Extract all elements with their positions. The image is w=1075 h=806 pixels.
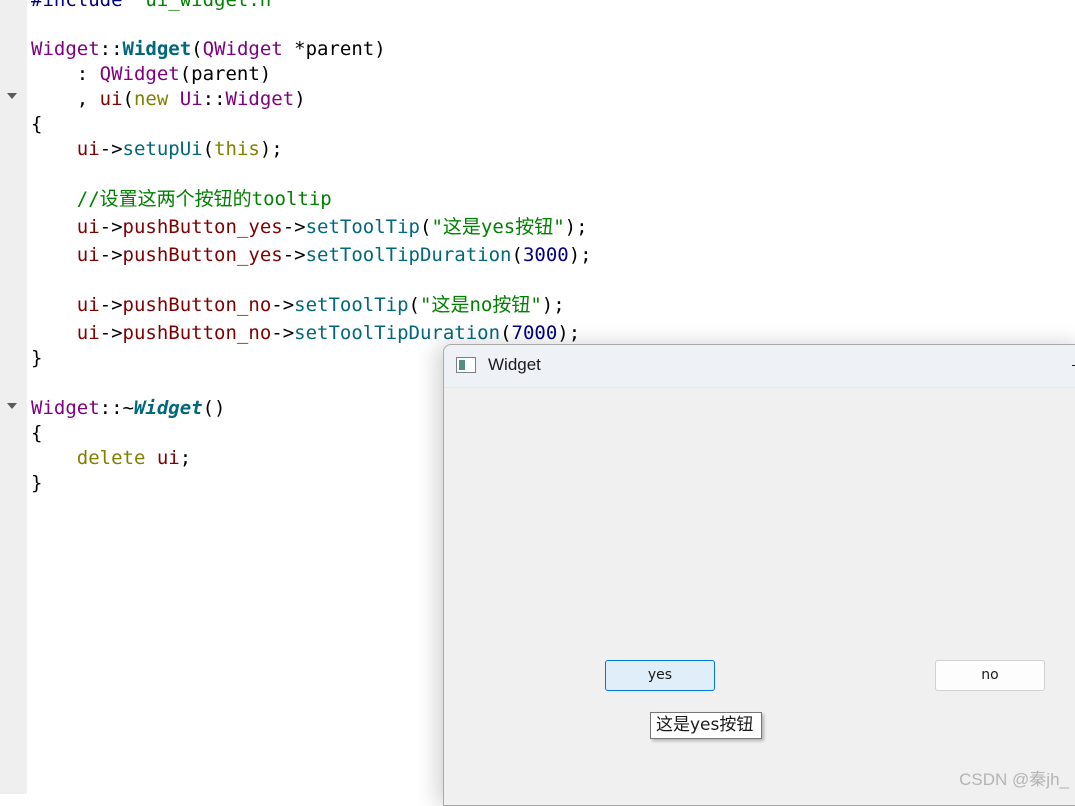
code-token: :: bbox=[99, 38, 123, 60]
code-token: setupUi bbox=[122, 138, 203, 160]
code-line-constructor: Widget::Widget(QWidget *parent) bbox=[31, 37, 386, 61]
code-line-setupui: ui->setupUi(this); bbox=[31, 137, 283, 161]
code-line-comment: //设置这两个按钮的tooltip bbox=[31, 188, 332, 210]
qt-window-icon bbox=[456, 357, 476, 373]
code-token: , bbox=[31, 88, 100, 110]
code-token: ); bbox=[564, 216, 588, 238]
code-token: :: bbox=[202, 88, 226, 110]
code-token: Ui bbox=[179, 88, 203, 110]
code-token: "这是no按钮" bbox=[420, 294, 542, 316]
code-token: 7000 bbox=[511, 322, 558, 344]
code-token: ( bbox=[191, 38, 203, 60]
fold-arrow-icon[interactable] bbox=[7, 403, 17, 409]
code-token: () bbox=[202, 397, 226, 419]
code-token: ui bbox=[156, 447, 180, 469]
code-token: ::~ bbox=[99, 397, 134, 419]
code-token: -> bbox=[271, 322, 295, 344]
code-token: -> bbox=[99, 244, 123, 266]
code-token: setToolTipDuration bbox=[294, 322, 501, 344]
code-token: : bbox=[31, 63, 100, 85]
code-token: ); bbox=[259, 138, 283, 160]
code-token: setToolTip bbox=[294, 294, 409, 316]
code-token: ); bbox=[557, 322, 581, 344]
code-token: ui bbox=[76, 244, 100, 266]
code-token: Widget bbox=[31, 397, 100, 419]
code-token: 3000 bbox=[522, 244, 569, 266]
code-token: ( bbox=[419, 216, 432, 238]
code-token: ( bbox=[122, 88, 134, 110]
code-token: ui bbox=[76, 322, 100, 344]
code-token: ); bbox=[568, 244, 592, 266]
yes-button-tooltip: 这是yes按钮 bbox=[650, 712, 762, 739]
code-token: this bbox=[214, 138, 260, 160]
code-line-brace: { bbox=[31, 113, 43, 135]
code-token: ui_widget.h bbox=[145, 0, 272, 11]
csdn-watermark: CSDN @秦jh_ bbox=[959, 770, 1069, 789]
code-token: ui bbox=[76, 216, 100, 238]
code-token: ; bbox=[179, 447, 192, 469]
code-token: pushButton_no bbox=[122, 322, 272, 344]
code-token: ui bbox=[76, 138, 100, 160]
code-token: -> bbox=[271, 294, 295, 316]
code-token: setToolTip bbox=[305, 216, 420, 238]
code-token: Widget bbox=[31, 38, 100, 60]
code-token: -> bbox=[99, 138, 123, 160]
code-token: Widget bbox=[122, 38, 192, 60]
code-line-brace: } bbox=[31, 347, 43, 369]
code-token: Widget bbox=[225, 88, 295, 110]
code-token: setToolTipDuration bbox=[305, 244, 512, 266]
code-line-brace: { bbox=[31, 422, 43, 444]
code-token: delete bbox=[76, 447, 146, 469]
code-line-init-base: : QWidget(parent) bbox=[31, 62, 271, 86]
code-line-no-duration: ui->pushButton_no->setToolTipDuration(70… bbox=[31, 321, 580, 345]
code-token: -> bbox=[99, 294, 123, 316]
code-line-include: #include "ui_widget.h" bbox=[31, 0, 283, 12]
code-token: ui bbox=[99, 88, 123, 110]
code-token: ( bbox=[500, 322, 512, 344]
code-token: ui bbox=[76, 294, 100, 316]
code-token: ) bbox=[294, 88, 306, 110]
code-token: " bbox=[271, 0, 283, 11]
code-token: ( bbox=[511, 244, 523, 266]
code-line-destructor: Widget::~Widget() bbox=[31, 396, 226, 420]
no-button[interactable]: no bbox=[935, 660, 1045, 691]
code-token: *parent) bbox=[282, 38, 386, 60]
code-token: new bbox=[133, 88, 169, 110]
code-token: (parent) bbox=[179, 63, 272, 85]
code-line-brace: } bbox=[31, 472, 43, 494]
code-line-yes-tooltip: ui->pushButton_yes->setToolTip("这是yes按钮"… bbox=[31, 215, 588, 239]
code-token: "这是yes按钮" bbox=[431, 216, 565, 238]
editor-gutter bbox=[0, 0, 27, 794]
fold-arrow-icon[interactable] bbox=[7, 93, 17, 99]
code-token: pushButton_yes bbox=[122, 244, 283, 266]
yes-button[interactable]: yes bbox=[605, 660, 715, 691]
code-token: -> bbox=[282, 216, 306, 238]
code-token: -> bbox=[99, 322, 123, 344]
code-token: QWidget bbox=[99, 63, 180, 85]
code-token: QWidget bbox=[202, 38, 283, 60]
code-token: -> bbox=[99, 216, 123, 238]
code-token: ); bbox=[541, 294, 565, 316]
code-token: Widget bbox=[133, 397, 203, 419]
window-title: Widget bbox=[488, 355, 541, 374]
code-token: ( bbox=[408, 294, 420, 316]
code-line-yes-duration: ui->pushButton_yes->setToolTipDuration(3… bbox=[31, 243, 592, 267]
code-token: pushButton_yes bbox=[122, 216, 283, 238]
window-titlebar[interactable]: Widget bbox=[444, 345, 1075, 388]
code-line-init-ui: , ui(new Ui::Widget) bbox=[31, 87, 306, 111]
code-token: ( bbox=[202, 138, 215, 160]
code-line-no-tooltip: ui->pushButton_no->setToolTip("这是no按钮"); bbox=[31, 293, 565, 317]
code-token: -> bbox=[282, 244, 306, 266]
code-line-delete: delete ui; bbox=[31, 446, 191, 470]
code-token: pushButton_no bbox=[122, 294, 272, 316]
code-token: #include " bbox=[31, 0, 146, 11]
